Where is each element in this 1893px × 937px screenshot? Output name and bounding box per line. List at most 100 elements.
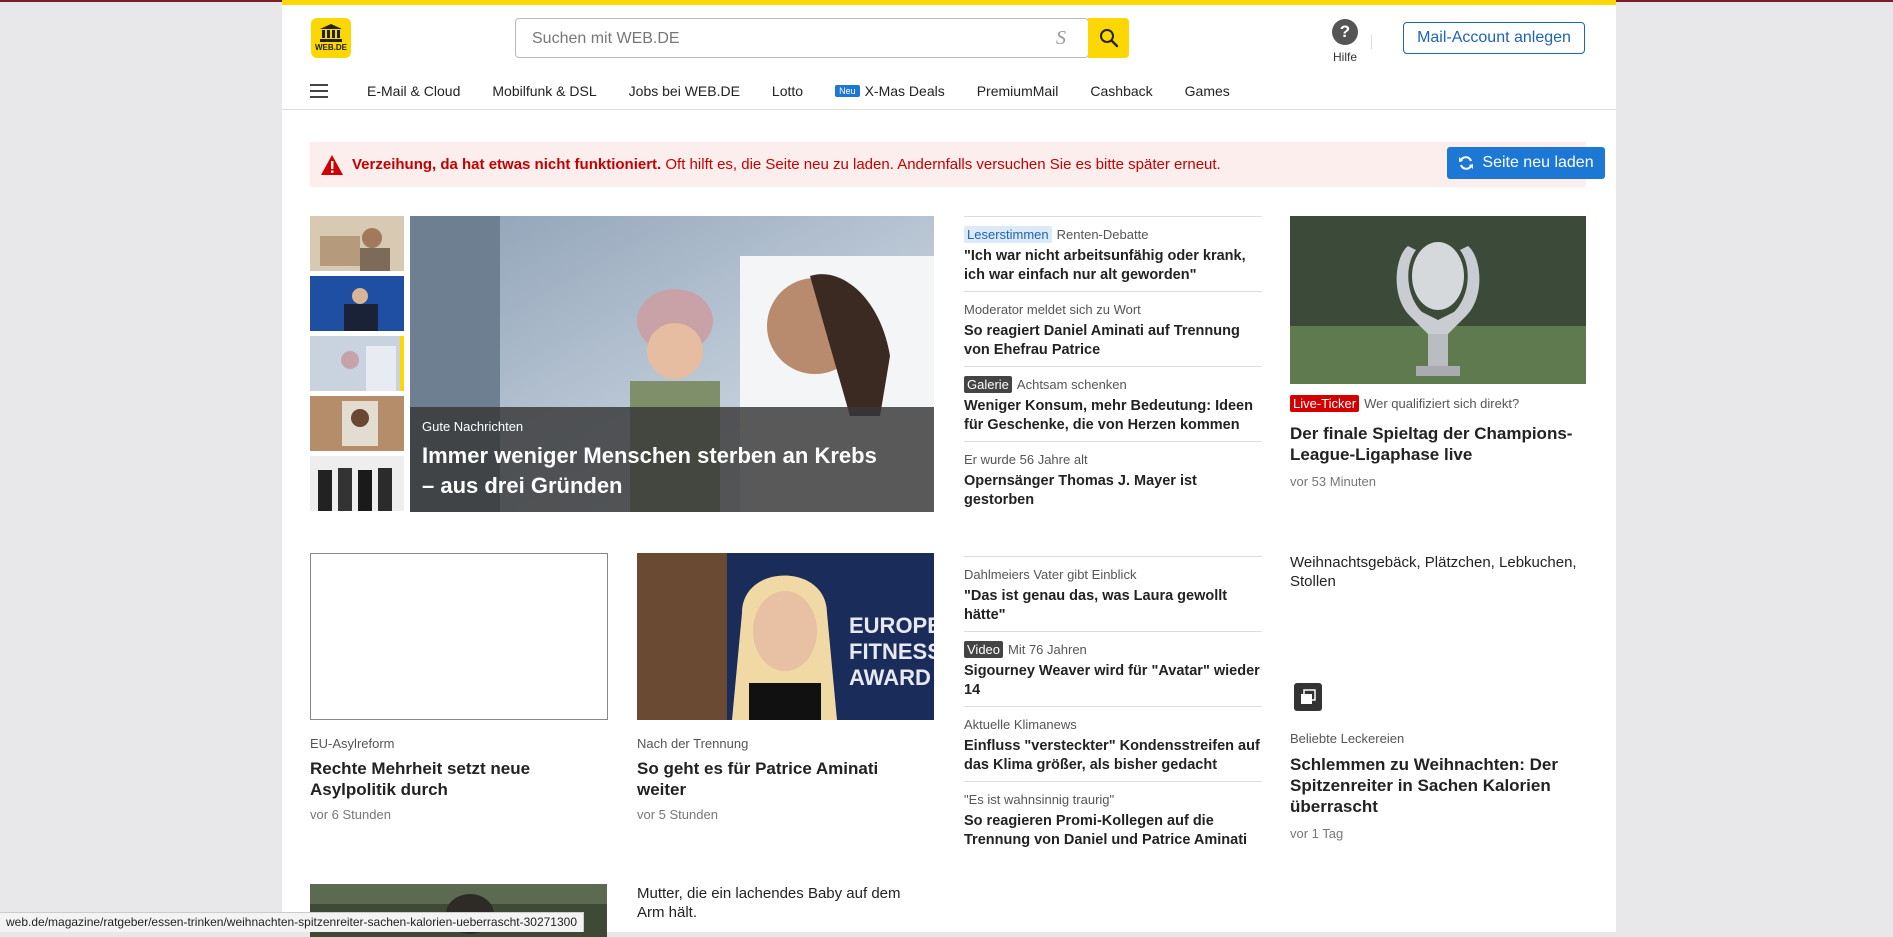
nav-item-cashback[interactable]: Cashback <box>1090 83 1152 99</box>
news-title: Einfluss "versteckter" Kondensstreifen a… <box>964 738 1260 773</box>
news-title: Sigourney Weaver wird für "Avatar" wiede… <box>964 663 1260 698</box>
card-kicker: EU-Asylreform <box>310 736 395 751</box>
news-title: Opernsänger Thomas J. Mayer ist gestorbe… <box>964 473 1197 508</box>
nav-item-xmas-deals[interactable]: Neu X-Mas Deals <box>835 83 945 99</box>
card-time: vor 6 Stunden <box>310 807 391 822</box>
news-meta: "Es ist wahnsinnig traurig" <box>964 790 1262 808</box>
gallery-glyph <box>1301 689 1316 704</box>
news-title: "Das ist genau das, was Laura gewollt hä… <box>964 588 1228 623</box>
news-item[interactable]: Er wurde 56 Jahre alt Opernsänger Thomas… <box>964 441 1262 516</box>
news-kicker: Moderator meldet sich zu Wort <box>964 301 1141 317</box>
hero-thumbnail[interactable] <box>310 216 404 271</box>
refresh-icon <box>1459 156 1474 170</box>
nav-item-label: X-Mas Deals <box>864 83 945 99</box>
card-photo: EUROPEANFITNESSAWARD <box>637 553 934 720</box>
live-kicker: Wer qualifiziert sich direkt? <box>1364 396 1520 411</box>
header-divider <box>1371 35 1372 49</box>
help-link[interactable]: ? Hilfe <box>1320 19 1370 64</box>
live-title[interactable]: Der finale Spieltag der Champions-League… <box>1290 423 1586 465</box>
hero-thumbnail[interactable] <box>310 456 404 511</box>
thumbnail-image <box>310 276 404 331</box>
alert-detail: Oft hilft es, die Seite neu zu laden. An… <box>661 156 1221 173</box>
hero-thumbnail-active[interactable] <box>310 336 404 391</box>
card-kicker: Nach der Trennung <box>637 736 749 751</box>
news-kicker: Aktuelle Klimanews <box>964 716 1077 732</box>
thumbnail-image <box>310 216 404 271</box>
logo-text: WEB.DE <box>315 43 347 52</box>
news-meta: Aktuelle Klimanews <box>964 715 1262 733</box>
live-time: vor 53 Minuten <box>1290 474 1376 489</box>
news-meta: Er wurde 56 Jahre alt <box>964 450 1262 468</box>
news-meta: Galerie Achtsam schenken <box>964 375 1262 393</box>
card-title[interactable]: So geht es für Patrice Aminati weiter <box>637 758 927 800</box>
right-kicker: Beliebte Leckereien <box>1290 731 1405 746</box>
leserstimmen-tag: Leserstimmen <box>964 225 1052 243</box>
hero-thumbnails <box>310 216 404 516</box>
news-item[interactable]: Moderator meldet sich zu Wort So reagier… <box>964 291 1262 366</box>
trophy-image[interactable] <box>1290 216 1586 384</box>
nav-item-premiummail[interactable]: PremiumMail <box>977 83 1059 99</box>
status-bar-url: web.de/magazine/ratgeber/essen-trinken/w… <box>0 912 584 932</box>
search-icon <box>1099 29 1118 48</box>
news-meta: Moderator meldet sich zu Wort <box>964 300 1262 318</box>
alert-bold: Verzeihung, da hat etwas nicht funktioni… <box>352 156 662 173</box>
new-badge: Neu <box>835 85 860 97</box>
menu-icon[interactable] <box>310 84 328 98</box>
news-title: So reagiert Daniel Aminati auf Trennung … <box>964 323 1240 358</box>
galerie-tag: Galerie <box>964 375 1012 393</box>
news-item[interactable]: "Es ist wahnsinnig traurig" So reagieren… <box>964 781 1262 856</box>
search-button[interactable] <box>1088 18 1129 58</box>
news-item[interactable]: Dahlmeiers Vater gibt Einblick "Das ist … <box>964 556 1262 631</box>
news-meta: Video Mit 76 Jahren <box>964 640 1262 658</box>
broken-image-placeholder[interactable] <box>310 553 608 720</box>
nav-item-mobilfunk[interactable]: Mobilfunk & DSL <box>492 83 596 99</box>
live-meta: Live-Ticker Wer qualifiziert sich direkt… <box>1290 395 1519 412</box>
reload-label: Seite neu laden <box>1482 154 1594 171</box>
help-label: Hilfe <box>1332 50 1357 64</box>
nav-item-jobs[interactable]: Jobs bei WEB.DE <box>629 83 740 99</box>
hero-article[interactable]: Gute Nachrichten Immer weniger Menschen … <box>410 216 934 512</box>
news-kicker: Dahlmeiers Vater gibt Einblick <box>964 566 1137 582</box>
news-item[interactable]: Leserstimmen Renten-Debatte "Ich war nic… <box>964 216 1262 291</box>
card-title[interactable]: Rechte Mehrheit setzt neue Asylpolitik d… <box>310 758 600 800</box>
news-list-top: Leserstimmen Renten-Debatte "Ich war nic… <box>964 216 1262 516</box>
news-list-bottom: Dahlmeiers Vater gibt Einblick "Das ist … <box>964 556 1262 856</box>
news-kicker: Er wurde 56 Jahre alt <box>964 451 1088 467</box>
thumbnail-image <box>310 456 404 511</box>
live-ticker-tag: Live-Ticker <box>1290 395 1360 412</box>
building-icon <box>320 24 342 42</box>
right-title[interactable]: Schlemmen zu Weihnachten: Der Spitzenrei… <box>1290 754 1586 817</box>
search-box: S <box>515 18 1089 59</box>
help-icon: ? <box>1332 19 1358 45</box>
card-image[interactable]: EUROPEANFITNESSAWARD <box>637 553 934 720</box>
news-kicker: Mit 76 Jahren <box>1008 641 1087 657</box>
hero-title: Immer weniger Menschen sterben an Krebs … <box>422 443 877 498</box>
hero-kicker: Gute Nachrichten <box>422 419 524 434</box>
nav-item-games[interactable]: Games <box>1185 83 1230 99</box>
bottom-image-alt: Mutter, die ein lachendes Baby auf dem A… <box>637 885 901 921</box>
nav-item-lotto[interactable]: Lotto <box>772 83 803 99</box>
suggest-icon: S <box>1056 27 1066 49</box>
header-divider-line <box>282 109 1616 110</box>
warning-icon <box>321 154 343 175</box>
nav-item-email-cloud[interactable]: E-Mail & Cloud <box>367 83 460 99</box>
news-meta: Leserstimmen Renten-Debatte <box>964 225 1262 243</box>
news-item[interactable]: Galerie Achtsam schenken Weniger Konsum,… <box>964 366 1262 441</box>
news-title: So reagieren Promi-Kollegen auf die Tren… <box>964 813 1248 848</box>
video-tag: Video <box>964 640 1004 658</box>
news-kicker: Achtsam schenken <box>1016 376 1127 392</box>
right-time: vor 1 Tag <box>1290 826 1344 841</box>
hero-thumbnail[interactable] <box>310 396 404 451</box>
news-item[interactable]: Aktuelle Klimanews Einfluss "versteckter… <box>964 706 1262 781</box>
alert-message: Verzeihung, da hat etwas nicht funktioni… <box>352 156 1221 173</box>
news-item[interactable]: Video Mit 76 Jahren Sigourney Weaver wir… <box>964 631 1262 706</box>
mail-account-button[interactable]: Mail-Account anlegen <box>1403 22 1585 54</box>
news-title: Weniger Konsum, mehr Bedeutung: Ideen fü… <box>964 398 1253 433</box>
news-meta: Dahlmeiers Vater gibt Einblick <box>964 565 1262 583</box>
hero-caption: Gute Nachrichten Immer weniger Menschen … <box>410 407 934 512</box>
page: WEB.DE S ? Hilfe Mail-Account anlegen E-… <box>282 0 1616 937</box>
hero-thumbnail[interactable] <box>310 276 404 331</box>
reload-button[interactable]: Seite neu laden <box>1447 147 1605 179</box>
search-input[interactable] <box>530 19 1014 59</box>
webde-logo[interactable]: WEB.DE <box>311 18 351 58</box>
